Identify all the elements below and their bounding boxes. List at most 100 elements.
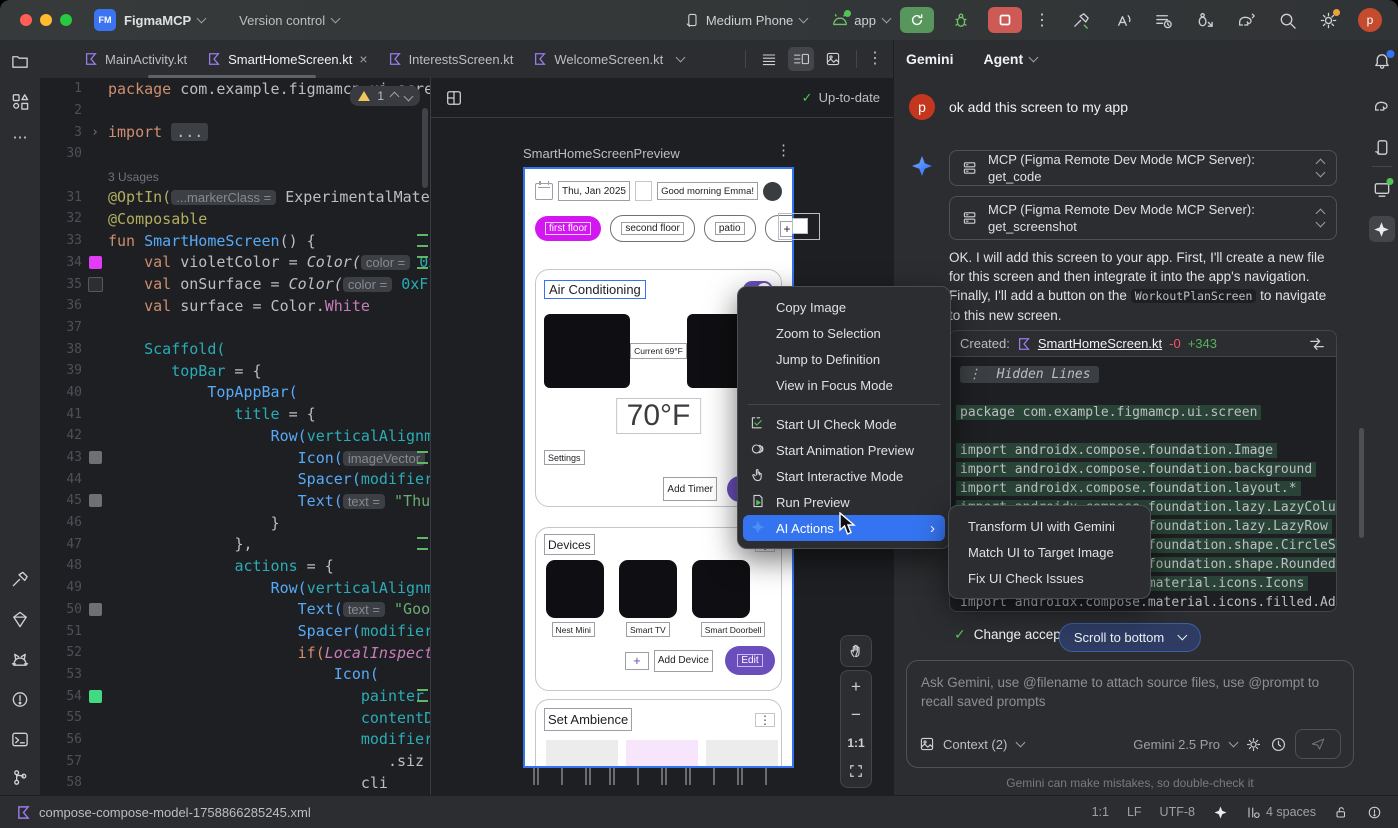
tool-call-card[interactable]: MCP (Figma Remote Dev Mode MCP Server): … (949, 150, 1337, 186)
settings-button[interactable] (1319, 11, 1338, 30)
expand-collapse-icon[interactable] (1317, 210, 1324, 226)
floor-chip[interactable]: first floor (535, 216, 601, 241)
problems-icon[interactable] (11, 690, 30, 709)
ac-settings-label[interactable]: Settings (544, 450, 585, 465)
submenu-item-match-ui-to-target-image[interactable]: Match UI to Target Image (954, 539, 1145, 565)
submenu-item-fix-ui-check-issues[interactable]: Fix UI Check Issues (954, 565, 1145, 591)
ambience-options-menu[interactable]: ⋮ (755, 713, 775, 727)
selection-handle[interactable] (792, 218, 808, 234)
code-line[interactable]: 45 Text(text = "Thu, (40, 490, 430, 512)
indent-setting[interactable]: 4 spaces (1246, 805, 1316, 820)
debug-button[interactable] (944, 7, 978, 33)
code-line[interactable]: 48 actions = { (40, 555, 430, 577)
terminal-icon[interactable] (11, 730, 30, 749)
file-lock-toggle[interactable] (1334, 805, 1349, 820)
preview-title[interactable]: SmartHomeScreenPreview (523, 146, 680, 161)
attach-image-icon[interactable] (919, 736, 935, 752)
code-line[interactable]: 57 .siz (40, 750, 430, 772)
gemini-tool-button[interactable] (1369, 216, 1395, 242)
code-line[interactable]: 58 cli (40, 772, 430, 794)
attach-debugger-icon[interactable] (1195, 11, 1214, 30)
add-timer-button[interactable]: Add Timer (663, 477, 717, 501)
code-line[interactable]: 43 Icon(imageVector (40, 447, 430, 469)
close-icon[interactable]: × (359, 51, 367, 67)
zoom-out-button[interactable]: − (842, 701, 870, 729)
code-line[interactable]: 34 val violetColor = Color(color = 0xFFE… (40, 252, 430, 274)
minimize-window-icon[interactable] (40, 14, 52, 26)
maximize-window-icon[interactable] (60, 14, 72, 26)
selection-rect[interactable] (778, 213, 820, 240)
code-line[interactable]: 41 title = { (40, 403, 430, 425)
created-file-link[interactable]: SmartHomeScreen.kt (1038, 336, 1162, 351)
menu-item-start-animation-preview[interactable]: Start Animation Preview (743, 437, 945, 463)
device-tile[interactable] (619, 560, 677, 618)
color-preview-swatch[interactable] (89, 256, 102, 269)
window-controls[interactable] (0, 14, 80, 26)
fold-arrow-icon[interactable]: › (91, 125, 99, 140)
add-device-button[interactable]: Add Device (654, 650, 713, 672)
send-button[interactable] (1295, 729, 1341, 759)
zoom-in-button[interactable]: + (842, 673, 870, 701)
code-line[interactable]: 3›import ... (40, 121, 430, 143)
tab-smarthomescreen-kt[interactable]: SmartHomeScreen.kt× (197, 40, 377, 78)
preview-options-menu[interactable]: ⋮ (776, 146, 791, 156)
editor-options-menu[interactable]: ⋮ (867, 54, 883, 64)
color-preview-swatch[interactable] (89, 690, 102, 703)
menu-item-copy-image[interactable]: Copy Image (743, 294, 945, 320)
code-line[interactable]: 35 val onSurface = Color(color = 0xFF2E2… (40, 273, 430, 295)
split-view-button[interactable] (788, 47, 814, 71)
floor-chip[interactable]: second floor (610, 215, 694, 242)
pan-button[interactable] (840, 635, 872, 667)
code-line[interactable]: 51 Spacer(modifier (40, 620, 430, 642)
app-insights-icon[interactable] (11, 610, 30, 629)
version-control-icon[interactable] (11, 768, 30, 787)
zoom-ratio-label[interactable]: 1:1 (842, 729, 870, 757)
stop-button[interactable] (988, 7, 1022, 33)
agent-mode-selector[interactable]: Agent (983, 51, 1023, 67)
code-line[interactable]: 30 (40, 143, 430, 165)
code-line[interactable]: 40 TopAppBar( (40, 382, 430, 404)
code-line[interactable]: 37 (40, 317, 430, 339)
profiler-icon[interactable] (1113, 11, 1132, 30)
scroll-to-bottom-button[interactable]: Scroll to bottom (1059, 623, 1201, 652)
code-line[interactable]: 44 Spacer(modifier (40, 468, 430, 490)
search-icon[interactable] (1278, 11, 1297, 30)
expand-collapse-icon[interactable] (1317, 160, 1324, 176)
device-selector[interactable]: Medium Phone (706, 13, 793, 28)
floor-chip[interactable]: patio (704, 215, 756, 242)
model-selector[interactable]: Gemini 2.5 Pro (1133, 737, 1220, 752)
line-ending[interactable]: LF (1127, 805, 1142, 819)
code-line[interactable]: 55 contentD (40, 707, 430, 729)
notifications-status-icon[interactable] (1367, 805, 1382, 820)
color-preview-swatch[interactable] (89, 603, 102, 616)
menu-item-start-interactive-mode[interactable]: Start Interactive Mode (743, 463, 945, 489)
preview-layout-icon[interactable] (445, 89, 463, 107)
gemini-status-icon[interactable] (1213, 805, 1228, 820)
color-preview-swatch[interactable] (88, 277, 103, 292)
code-line[interactable]: 56 modifier (40, 729, 430, 751)
code-line[interactable]: 39 topBar = { (40, 360, 430, 382)
build-tool-icon[interactable] (11, 570, 30, 589)
open-diff-icon[interactable] (1308, 336, 1326, 352)
run-configuration-selector[interactable]: app (854, 13, 876, 28)
code-line[interactable]: 52 if(LocalInspecti (40, 642, 430, 664)
logcat-cat-icon[interactable] (10, 650, 30, 669)
file-encoding[interactable]: UTF-8 (1160, 805, 1195, 819)
edit-button[interactable]: Edit (725, 646, 775, 675)
code-line[interactable]: 36 val surface = Color.White (40, 295, 430, 317)
gemini-prompt-input[interactable]: Ask Gemini, use @filename to attach sour… (906, 660, 1354, 768)
code-line[interactable]: 42 Row(verticalAlignment (40, 425, 430, 447)
close-window-icon[interactable] (20, 14, 32, 26)
menu-item-start-ui-check-mode[interactable]: Start UI Check Mode (743, 411, 945, 437)
device-tile[interactable] (546, 560, 604, 618)
more-actions-menu[interactable]: ⋮ (1034, 10, 1050, 30)
code-line[interactable]: 33fun SmartHomeScreen() { (40, 230, 430, 252)
code-line[interactable]: 47 }, (40, 533, 430, 555)
chat-scrollbar[interactable] (1359, 428, 1364, 538)
notifications-button[interactable] (1372, 52, 1391, 71)
caret-position[interactable]: 1:1 (1092, 805, 1109, 819)
prompt-settings-gear-icon[interactable] (1245, 736, 1262, 753)
menu-item-zoom-to-selection[interactable]: Zoom to Selection (743, 320, 945, 346)
code-line[interactable]: 38 Scaffold( (40, 338, 430, 360)
code-view-button[interactable] (756, 47, 782, 71)
